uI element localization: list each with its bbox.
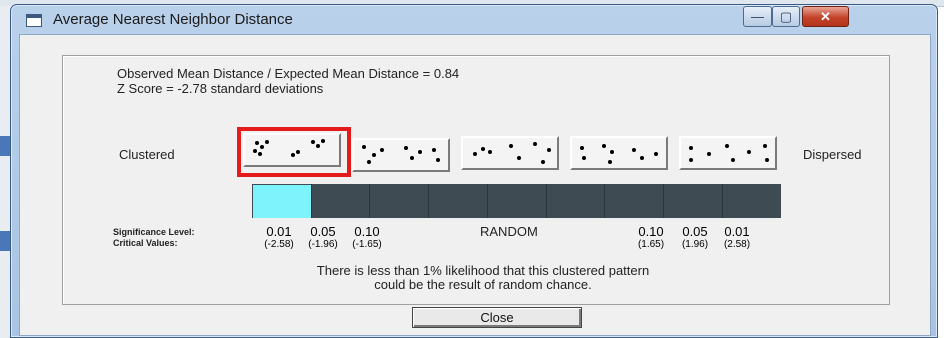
sig-level: 0.10 — [354, 224, 380, 239]
pattern-dots-graphic — [473, 142, 551, 164]
title-bar[interactable]: Average Nearest Neighbor Distance — ▢ ✕ — [11, 5, 937, 33]
scale-active-segment — [253, 185, 311, 218]
scale-divider — [487, 184, 488, 218]
result-message: There is less than 1% likelihood that th… — [253, 264, 713, 292]
critical-value: (2.58) — [723, 239, 751, 250]
critical-values-label: Critical Values: — [113, 238, 178, 248]
sig-level: 0.01 — [266, 224, 292, 239]
scale-divider — [604, 184, 605, 218]
significance-scale-bar — [252, 184, 781, 218]
critical-value: (-1.96) — [308, 239, 338, 250]
dialog-window: Average Nearest Neighbor Distance — ▢ ✕ … — [10, 4, 938, 338]
critical-value: (1.96) — [681, 239, 709, 250]
sig-column: 0.10 (-1.65) — [343, 224, 391, 250]
ratio-text: Observed Mean Distance / Expected Mean D… — [117, 66, 460, 81]
scale-divider — [369, 184, 370, 218]
scale-divider — [428, 184, 429, 218]
result-message-line-1: There is less than 1% likelihood that th… — [316, 263, 650, 278]
sig-level: 0.01 — [724, 224, 750, 239]
dispersed-label: Dispersed — [803, 147, 862, 162]
sig-level: 0.10 — [638, 224, 664, 239]
sig-column: 0.05 (-1.96) — [299, 224, 347, 250]
maximize-button[interactable]: ▢ — [772, 6, 800, 27]
pattern-thumbnail-clustered — [243, 133, 341, 167]
scale-divider — [722, 184, 723, 218]
pattern-thumbnail-2 — [352, 138, 450, 172]
clustered-label: Clustered — [119, 147, 175, 162]
sig-column: 0.05 (1.96) — [671, 224, 719, 250]
pattern-thumbnail-3 — [461, 136, 559, 170]
result-message-line-2: could be the result of random chance. — [374, 277, 592, 292]
close-button[interactable]: Close — [412, 307, 582, 328]
critical-value: (-1.65) — [352, 239, 382, 250]
sig-column: 0.01 (-2.58) — [255, 224, 303, 250]
random-label: RANDOM — [480, 224, 538, 239]
sig-column: 0.10 (1.65) — [627, 224, 675, 250]
pattern-dots-graphic — [580, 144, 658, 164]
significance-level-label: Significance Level: — [113, 227, 195, 237]
scale-divider — [663, 184, 664, 218]
critical-value: (1.65) — [637, 239, 665, 250]
sig-level: 0.05 — [310, 224, 336, 239]
sig-column: 0.01 (2.58) — [713, 224, 761, 250]
pattern-dots-graphic — [362, 145, 440, 164]
sig-level: 0.05 — [682, 224, 708, 239]
pattern-thumbnail-4 — [570, 136, 668, 170]
pattern-thumbnail-dispersed — [679, 136, 777, 170]
window-app-icon — [26, 14, 42, 27]
z-score-text: Z Score = -2.78 standard deviations — [117, 81, 324, 96]
dialog-client-area: Observed Mean Distance / Expected Mean D… — [19, 34, 931, 336]
minimize-button[interactable]: — — [743, 6, 772, 27]
scale-divider — [546, 184, 547, 218]
clustered-dots-graphic — [253, 139, 325, 157]
dispersed-dots-graphic — [689, 144, 769, 162]
close-window-button[interactable]: ✕ — [802, 6, 849, 27]
scale-divider — [311, 184, 312, 218]
critical-value: (-2.58) — [264, 239, 294, 250]
results-panel: Observed Mean Distance / Expected Mean D… — [62, 55, 890, 305]
window-title: Average Nearest Neighbor Distance — [53, 11, 293, 28]
